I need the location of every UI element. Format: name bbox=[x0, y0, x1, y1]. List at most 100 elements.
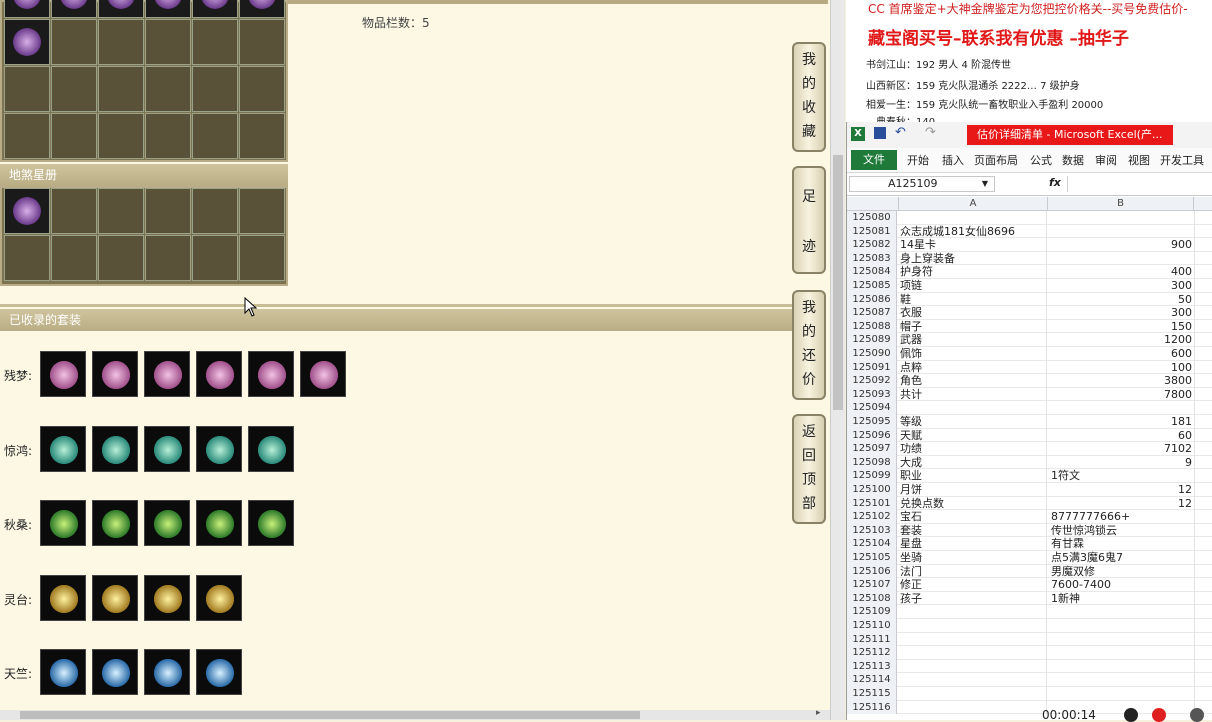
cell-a[interactable]: 身上穿装备 bbox=[899, 251, 1047, 266]
set-item-icon[interactable] bbox=[144, 351, 190, 397]
set-item-icon[interactable] bbox=[196, 649, 242, 695]
cell-b[interactable]: 60 bbox=[1048, 429, 1194, 443]
cell-b[interactable]: 7600-7400 bbox=[1048, 578, 1194, 592]
cell-c[interactable] bbox=[1194, 646, 1212, 660]
set-item-icon[interactable] bbox=[92, 500, 138, 546]
cell-b[interactable]: 300 bbox=[1048, 279, 1194, 293]
tab-view[interactable]: 视图 bbox=[1128, 152, 1150, 168]
row-header[interactable]: 125084 bbox=[847, 265, 897, 279]
row-header[interactable]: 125092 bbox=[847, 374, 897, 388]
tab-insert[interactable]: 插入 bbox=[942, 152, 964, 168]
cell-a[interactable]: 武器 bbox=[899, 333, 1047, 347]
cell-c[interactable] bbox=[1194, 306, 1212, 320]
cell-b[interactable]: 400 bbox=[1048, 265, 1194, 279]
set-item-icon[interactable] bbox=[144, 649, 190, 695]
row-header[interactable]: 125115 bbox=[847, 687, 897, 701]
cell-c[interactable] bbox=[1194, 591, 1212, 606]
cell-a[interactable]: 鞋 bbox=[899, 292, 1047, 307]
cell-b[interactable]: 600 bbox=[1048, 347, 1194, 361]
cell-c[interactable] bbox=[1194, 578, 1212, 592]
row-header[interactable]: 125103 bbox=[847, 523, 897, 538]
inventory-empty-slot[interactable] bbox=[4, 66, 50, 112]
cell-c[interactable] bbox=[1194, 483, 1212, 497]
cell-a[interactable]: 修正 bbox=[899, 578, 1047, 592]
inventory-item-slot[interactable] bbox=[51, 0, 97, 18]
cell-c[interactable] bbox=[1194, 211, 1212, 225]
cell-b[interactable] bbox=[1048, 605, 1194, 619]
row-header[interactable]: 125081 bbox=[847, 224, 897, 239]
chevron-down-icon[interactable]: ▼ bbox=[982, 177, 988, 191]
row-header[interactable]: 125098 bbox=[847, 455, 897, 470]
cell-c[interactable] bbox=[1194, 374, 1212, 388]
cell-b[interactable]: 有甘霖 bbox=[1048, 537, 1194, 551]
cell-a[interactable]: 共计 bbox=[899, 387, 1047, 402]
cell-c[interactable] bbox=[1194, 687, 1212, 701]
inventory-empty-slot[interactable] bbox=[145, 19, 191, 65]
inventory-empty-slot[interactable] bbox=[51, 188, 97, 234]
inventory-empty-slot[interactable] bbox=[98, 66, 144, 112]
row-header[interactable]: 125083 bbox=[847, 251, 897, 266]
tab-developer[interactable]: 开发工具 bbox=[1160, 152, 1204, 168]
column-header-b[interactable]: B bbox=[1048, 197, 1194, 211]
cell-a[interactable]: 衣服 bbox=[899, 306, 1047, 320]
cell-a[interactable]: 宝石 bbox=[899, 510, 1047, 524]
my-offers-button[interactable]: 我的还价 bbox=[792, 290, 826, 400]
set-item-icon[interactable] bbox=[144, 425, 190, 472]
excel-app-icon[interactable]: X bbox=[851, 127, 865, 141]
row-header[interactable]: 125086 bbox=[847, 292, 897, 307]
set-item-icon[interactable] bbox=[300, 351, 346, 397]
row-header[interactable]: 125080 bbox=[847, 211, 897, 225]
cell-b[interactable]: 3800 bbox=[1048, 374, 1194, 388]
set-item-icon[interactable] bbox=[40, 351, 86, 397]
cell-c[interactable] bbox=[1194, 387, 1212, 402]
cell-c[interactable] bbox=[1194, 224, 1212, 239]
formula-input[interactable] bbox=[1067, 176, 1212, 192]
cell-c[interactable] bbox=[1194, 442, 1212, 456]
cell-c[interactable] bbox=[1194, 510, 1212, 524]
set-item-icon[interactable] bbox=[248, 351, 294, 397]
row-header[interactable]: 125108 bbox=[847, 591, 897, 606]
cell-a[interactable]: 坐骑 bbox=[899, 551, 1047, 565]
cell-b[interactable] bbox=[1048, 633, 1194, 647]
disha-section-header[interactable]: 地煞星册 bbox=[0, 164, 288, 186]
inventory-item-slot[interactable] bbox=[4, 0, 50, 18]
inventory-empty-slot[interactable] bbox=[4, 235, 50, 281]
row-header[interactable]: 125094 bbox=[847, 401, 897, 415]
row-header[interactable]: 125105 bbox=[847, 551, 897, 565]
cell-c[interactable] bbox=[1194, 605, 1212, 619]
row-header[interactable]: 125096 bbox=[847, 428, 897, 443]
row-header[interactable]: 125101 bbox=[847, 496, 897, 511]
row-header[interactable]: 125104 bbox=[847, 537, 897, 551]
tab-formulas[interactable]: 公式 bbox=[1030, 152, 1052, 168]
row-header[interactable]: 125099 bbox=[847, 469, 897, 483]
my-favorites-button[interactable]: 我的收藏 bbox=[792, 42, 826, 152]
cell-b[interactable]: 7102 bbox=[1048, 442, 1194, 456]
cell-c[interactable] bbox=[1194, 319, 1212, 334]
row-header[interactable]: 125088 bbox=[847, 319, 897, 334]
row-header[interactable]: 125107 bbox=[847, 578, 897, 592]
set-item-icon[interactable] bbox=[196, 500, 242, 546]
cell-b[interactable]: 9 bbox=[1048, 456, 1194, 470]
cell-b[interactable]: 100 bbox=[1048, 361, 1194, 375]
row-header[interactable]: 125110 bbox=[847, 619, 897, 633]
inventory-empty-slot[interactable] bbox=[4, 113, 50, 159]
row-header[interactable]: 125106 bbox=[847, 564, 897, 579]
cell-a[interactable]: 孩子 bbox=[899, 591, 1047, 606]
row-header[interactable]: 125116 bbox=[847, 700, 897, 715]
cell-b[interactable]: 50 bbox=[1048, 293, 1194, 307]
inventory-empty-slot[interactable] bbox=[145, 66, 191, 112]
row-header[interactable]: 125113 bbox=[847, 659, 897, 674]
cell-a[interactable]: 法门 bbox=[899, 564, 1047, 579]
cell-a[interactable]: 大成 bbox=[899, 455, 1047, 470]
row-header[interactable]: 125097 bbox=[847, 442, 897, 456]
vertical-scroll-thumb[interactable] bbox=[833, 155, 843, 410]
cell-c[interactable] bbox=[1194, 415, 1212, 429]
row-header[interactable]: 125111 bbox=[847, 632, 897, 647]
cell-c[interactable] bbox=[1194, 659, 1212, 674]
cell-b[interactable]: 传世惊鸿锁云 bbox=[1048, 524, 1194, 538]
inventory-empty-slot[interactable] bbox=[145, 188, 191, 234]
redo-icon[interactable]: ↷ bbox=[925, 125, 936, 140]
fx-icon[interactable]: fx bbox=[1049, 176, 1061, 189]
tab-review[interactable]: 审阅 bbox=[1095, 152, 1117, 168]
set-item-icon[interactable] bbox=[92, 649, 138, 695]
